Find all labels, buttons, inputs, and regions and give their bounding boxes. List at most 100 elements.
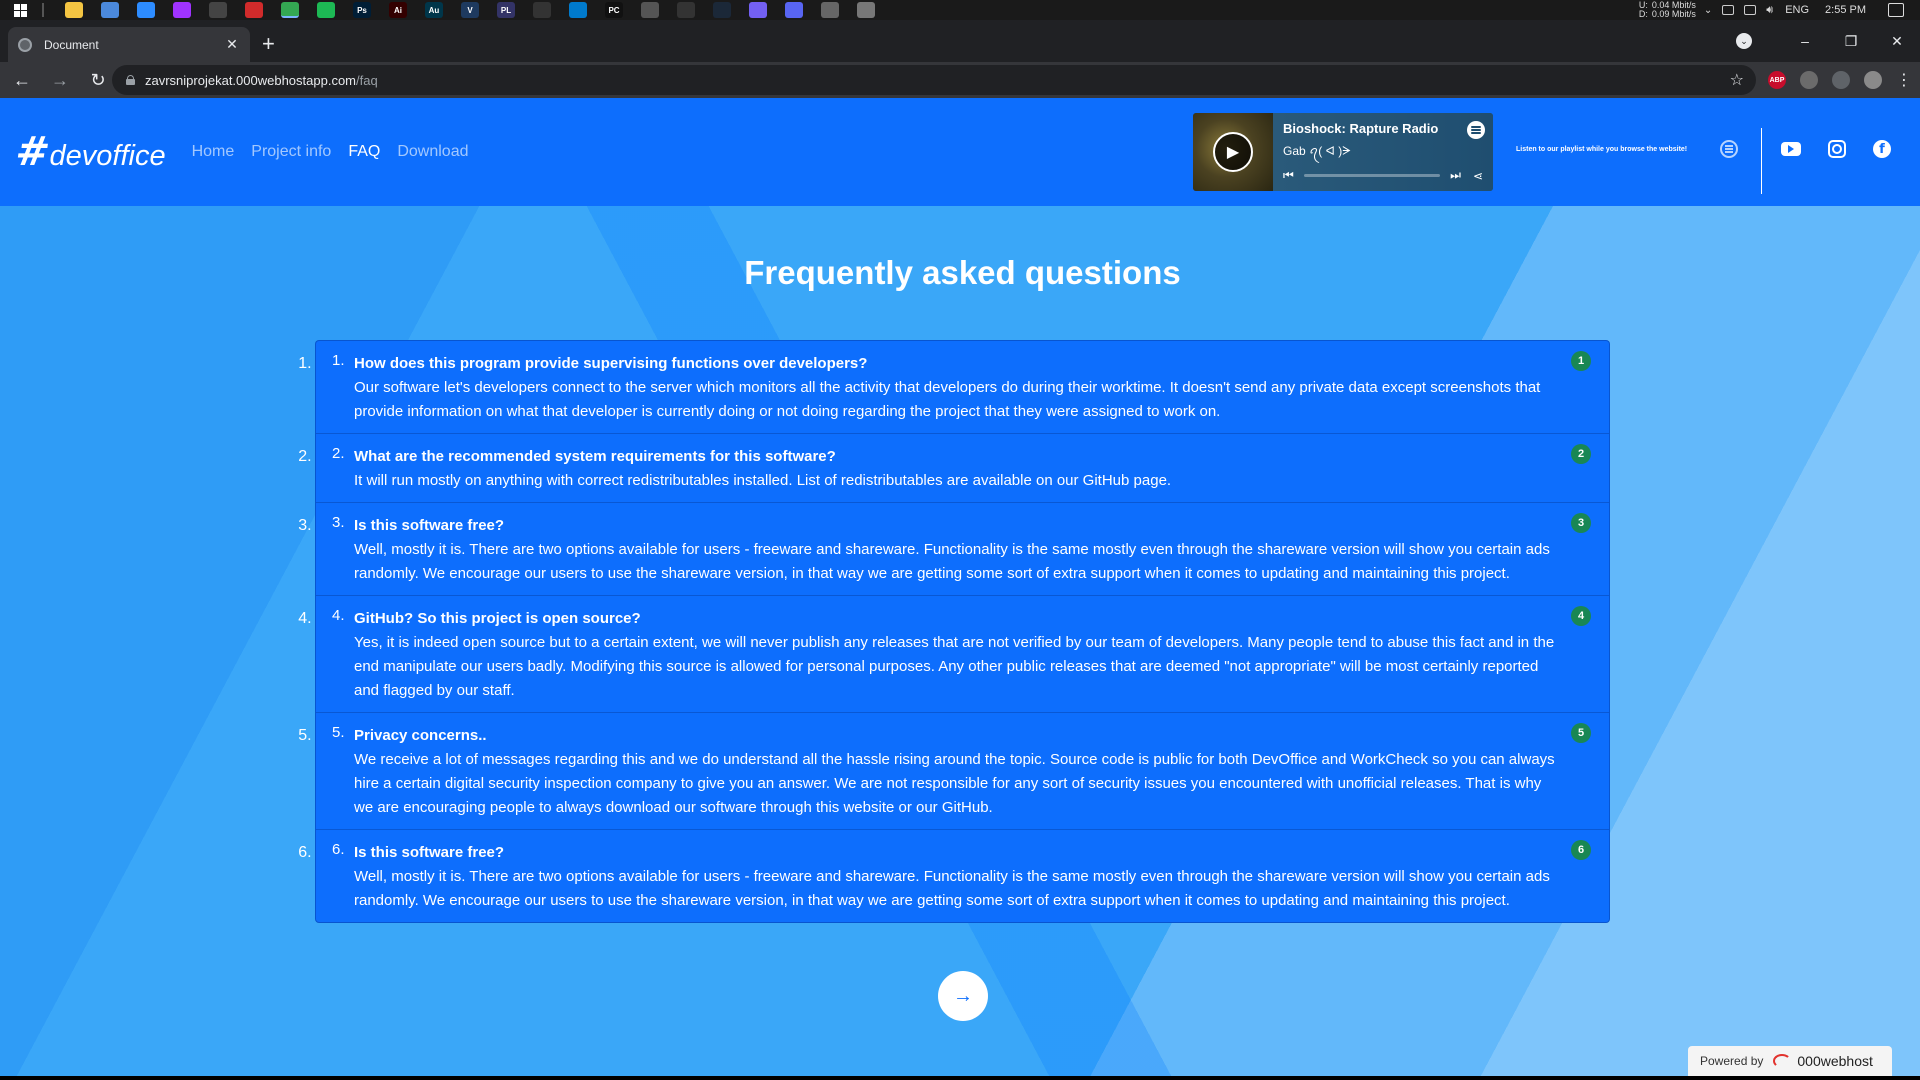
profile-avatar-icon[interactable] [1864,71,1882,89]
browser-toolbar: ← → ↻ zavrsniprojekat.000webhostapp.com /… [0,62,1920,98]
back-icon[interactable]: ← [6,70,38,91]
faq-number: 6. [332,841,345,858]
powered-by-badge[interactable]: Powered by 000webhost [1688,1046,1892,1076]
spotify-app-icon[interactable] [317,2,335,18]
browser-tabstrip: Document ✕ + ⌄ – ❐ ✕ [0,20,1920,62]
spotify-icon[interactable] [1720,140,1738,158]
viber-icon[interactable] [749,2,767,18]
nav-links: Home Project info FAQ Download [192,143,486,161]
media-app-icon[interactable] [245,2,263,18]
plugin-app-icon[interactable]: PL [497,2,515,18]
visual-studio-icon[interactable]: V [461,2,479,18]
faq-badge: 5 [1571,723,1591,743]
browser-tab[interactable]: Document ✕ [8,27,250,62]
taskbar-separator [42,3,44,17]
spotify-player-embed[interactable]: ▶ Bioshock: Rapture Radio Gab ꪖ( ᐊ )ᗒ ⏮ … [1193,113,1493,191]
browser-app-icon[interactable] [101,2,119,18]
zoom-icon[interactable] [137,2,155,18]
extension-icon[interactable] [1800,71,1818,89]
taskbar-apps: Ps Ai Au V PL PC [56,2,884,18]
close-tab-icon[interactable]: ✕ [224,36,240,53]
app-bar-icon[interactable] [641,2,659,18]
puzzle-extensions-icon[interactable] [1832,71,1850,89]
terminal-icon[interactable] [677,2,695,18]
playlist-author[interactable]: Gab ꪖ( ᐊ )ᗒ [1283,140,1483,165]
chrome-icon[interactable] [281,2,299,18]
pycharm-icon[interactable]: PC [605,2,623,18]
remote-desktop-icon[interactable] [857,2,875,18]
tray-display-icon[interactable] [1722,5,1735,15]
windows-taskbar: Ps Ai Au V PL PC U: D: 0.04 Mbit/s 0.09 Mbit/… [0,0,1920,20]
language-indicator[interactable]: ENG [1785,4,1809,16]
logo-hash: # [12,129,51,175]
youtube-icon[interactable] [1781,142,1801,156]
tab-search-icon[interactable]: ⌄ [1736,33,1752,49]
instagram-icon[interactable] [1828,140,1846,158]
tray-volume-icon[interactable]: 🔊︎ [1766,4,1773,17]
lock-icon[interactable] [126,75,135,85]
app-cloud-icon[interactable] [821,2,839,18]
adblock-extension-icon[interactable]: ABP [1768,71,1786,89]
faq-badge: 6 [1571,840,1591,860]
faq-question: What are the recommended system requirem… [354,448,836,465]
faq-item: 1. How does this program provide supervis… [316,341,1609,434]
devoffice-logo[interactable]: # devoffice [12,129,166,175]
facebook-icon[interactable]: f [1873,140,1891,158]
illustrator-icon[interactable]: Ai [389,2,407,18]
nav-link-project-info[interactable]: Project info [251,143,331,161]
vscode-icon[interactable] [569,2,587,18]
menu-kebab-icon[interactable]: ⋮ [1896,70,1912,90]
notification-icon[interactable] [1888,3,1904,17]
discord-icon[interactable] [785,2,803,18]
faq-badge: 1 [1571,351,1591,371]
page-content: # devoffice Home Project info FAQ Download … [0,98,1920,1076]
close-window-icon[interactable]: ✕ [1874,33,1920,50]
github-app-icon[interactable] [209,2,227,18]
address-bar[interactable]: zavrsniprojekat.000webhostapp.com/faq ☆ [112,65,1756,95]
restore-window-icon[interactable]: ❐ [1828,33,1874,50]
nav-link-faq[interactable]: FAQ [348,143,380,161]
previous-track-icon[interactable]: ⏮ [1283,168,1294,183]
faq-number: 2. [332,445,345,462]
page-title: Frequently asked questions [744,254,1181,291]
steam-icon[interactable] [713,2,731,18]
faq-item: 2. What are the recommended system requir… [316,434,1609,503]
cursor-app-icon[interactable] [533,2,551,18]
host-name: 000webhost [1797,1053,1873,1069]
clock[interactable]: 2:55 PM [1825,4,1866,16]
faq-item: 6. Is this software free? Well, mostly it … [316,830,1609,922]
download-speed: 0.09 Mbit/s [1651,9,1696,19]
new-tab-button[interactable]: + [262,32,275,56]
play-icon[interactable]: ▶ [1213,132,1253,172]
faq-number: 1. [332,352,345,369]
faq-badge: 4 [1571,606,1591,626]
tray-network-icon[interactable] [1744,5,1757,15]
faq-number: 5. [332,724,345,741]
nav-link-download[interactable]: Download [397,143,468,161]
faq-number: 3. [332,514,345,531]
windows-start-icon[interactable] [10,0,30,20]
tray-chevron-icon[interactable]: ⌄ [1704,5,1712,16]
faq-question: Is this software free? [354,517,505,534]
bookmark-star-icon[interactable]: ☆ [1730,70,1744,90]
url-path: /faq [356,72,378,88]
messenger-icon[interactable] [173,2,191,18]
file-explorer-icon[interactable] [65,2,83,18]
playlist-title[interactable]: Bioshock: Rapture Radio [1283,121,1483,136]
track-progress-bar[interactable] [1303,174,1441,177]
audition-icon[interactable]: Au [425,2,443,18]
faq-answer: Well, mostly it is. There are two option… [354,868,1550,909]
share-icon[interactable]: ⋖ [1473,169,1483,183]
logo-text: devoffice [49,140,166,172]
photoshop-icon[interactable]: Ps [353,2,371,18]
faq-answer: Well, mostly it is. There are two option… [354,541,1550,582]
spotify-logo-icon[interactable] [1467,121,1485,139]
next-page-button[interactable]: → [938,971,988,1021]
faq-item: 3. Is this software free? Well, mostly it … [316,503,1609,596]
reload-icon[interactable]: ↻ [82,70,114,91]
minimize-window-icon[interactable]: – [1782,33,1828,49]
nav-link-home[interactable]: Home [192,143,235,161]
forward-icon[interactable]: → [44,70,76,91]
tab-title: Document [44,37,99,52]
next-track-icon[interactable]: ⏭ [1450,168,1461,183]
